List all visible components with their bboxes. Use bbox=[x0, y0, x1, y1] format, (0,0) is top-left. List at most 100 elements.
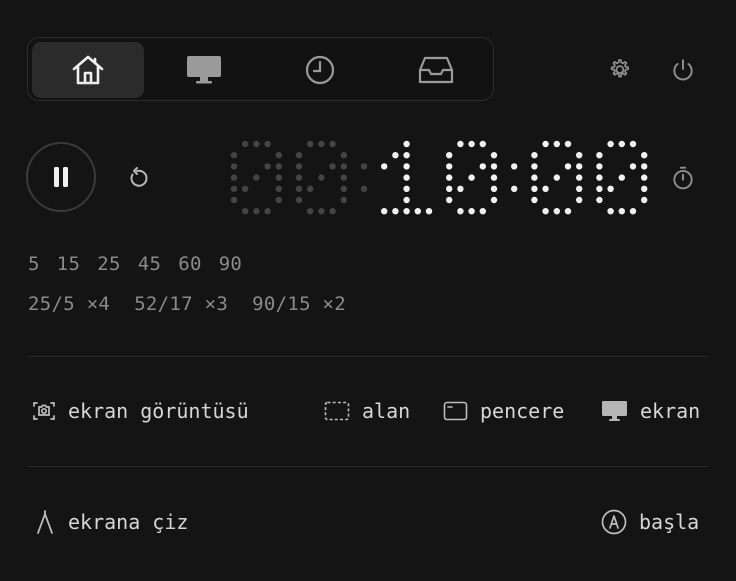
timer-dot bbox=[446, 174, 453, 181]
timer-dot-dim bbox=[295, 163, 303, 170]
timer-dot bbox=[576, 196, 583, 204]
pause-button[interactable] bbox=[26, 142, 96, 212]
area-screenshot-button[interactable]: alan bbox=[324, 399, 410, 423]
timer-dot bbox=[596, 196, 603, 204]
timer-dot bbox=[403, 163, 410, 170]
timer-dot bbox=[403, 185, 410, 192]
timer-dot bbox=[596, 185, 603, 192]
timer-dot bbox=[457, 185, 464, 192]
timer-dot-dim bbox=[230, 152, 238, 159]
tab-history[interactable] bbox=[264, 42, 376, 98]
stopwatch-button[interactable] bbox=[669, 164, 697, 192]
timer-dot-dim bbox=[340, 152, 347, 159]
window-icon bbox=[443, 401, 468, 421]
timer-dot bbox=[641, 196, 648, 204]
settings-button[interactable] bbox=[605, 56, 633, 84]
preset-button[interactable]: 60 bbox=[178, 253, 201, 275]
timer-dot bbox=[403, 152, 410, 159]
timer-dot bbox=[490, 152, 498, 159]
cycle-presets: 25/5 ×4 52/17 ×3 90/15 ×2 bbox=[28, 293, 363, 315]
timer-dot-dim bbox=[230, 196, 238, 204]
timer-dot bbox=[468, 174, 475, 181]
timer-dot bbox=[629, 208, 637, 215]
timer-dot-dim bbox=[253, 140, 260, 148]
timer-dot-dim bbox=[340, 163, 347, 170]
cycle-preset-button[interactable]: 52/17 ×3 bbox=[134, 293, 228, 315]
timer-dot bbox=[468, 208, 475, 215]
draw-label: ekrana çiz bbox=[34, 509, 188, 535]
window-screenshot-button[interactable]: pencere bbox=[443, 399, 564, 423]
home-icon bbox=[72, 55, 104, 85]
tab-display[interactable] bbox=[148, 42, 260, 98]
timer-dot-dim bbox=[230, 174, 238, 181]
timer-dot bbox=[618, 174, 625, 181]
timer-dot-dim bbox=[275, 152, 282, 159]
timer-dot-dim bbox=[275, 196, 282, 204]
timer-dot-dim bbox=[340, 185, 347, 192]
timer-dot bbox=[425, 208, 433, 215]
screen-label: ekran bbox=[640, 399, 701, 423]
timer-dot-dim bbox=[307, 208, 314, 215]
pause-icon bbox=[54, 167, 68, 187]
camera-icon bbox=[33, 402, 55, 420]
timer-dot bbox=[511, 163, 518, 170]
timer-dot bbox=[403, 196, 410, 204]
timer-dot-dim bbox=[264, 163, 271, 170]
timer-dot bbox=[479, 208, 486, 215]
timer-dot bbox=[542, 185, 549, 192]
timer-dot-dim bbox=[275, 174, 282, 181]
timer-dot bbox=[618, 140, 625, 148]
preset-button[interactable]: 90 bbox=[219, 253, 242, 275]
tab-home[interactable] bbox=[32, 42, 144, 98]
preset-button[interactable]: 45 bbox=[138, 253, 161, 275]
timer-dot bbox=[392, 152, 399, 159]
timer-dot-dim bbox=[360, 163, 368, 170]
timer-dot bbox=[446, 152, 453, 159]
preset-button[interactable]: 5 bbox=[28, 253, 40, 275]
timer-dot-dim bbox=[230, 163, 238, 170]
timer-dot bbox=[607, 185, 614, 192]
divider bbox=[28, 466, 708, 467]
timer-dot bbox=[641, 152, 648, 159]
timer-dot bbox=[576, 185, 583, 192]
gear-icon bbox=[610, 59, 630, 78]
timer-dot-dim bbox=[340, 174, 347, 181]
timer-dot-dim bbox=[318, 208, 325, 215]
timer-dot bbox=[596, 152, 603, 159]
preset-button[interactable]: 15 bbox=[57, 253, 80, 275]
cycle-preset-button[interactable]: 90/15 ×2 bbox=[252, 293, 346, 315]
timer-dot-dim bbox=[253, 174, 260, 181]
timer-dot bbox=[564, 140, 572, 148]
timer-dot bbox=[607, 208, 614, 215]
timer-dot bbox=[531, 163, 538, 170]
timer-dot-dim bbox=[295, 196, 303, 204]
timer-dot bbox=[641, 163, 648, 170]
timer-dot bbox=[607, 140, 614, 148]
reset-button[interactable] bbox=[124, 164, 152, 192]
timer-dot bbox=[542, 208, 549, 215]
fullscreen-screenshot-button[interactable]: ekran bbox=[601, 399, 700, 423]
compass-icon bbox=[37, 510, 53, 534]
timer-dot bbox=[641, 174, 648, 181]
start-draw-button[interactable]: başla bbox=[601, 509, 699, 535]
power-button[interactable] bbox=[669, 56, 697, 84]
timer-dot bbox=[553, 140, 560, 148]
timer-display bbox=[230, 140, 648, 215]
timer-dot bbox=[490, 163, 498, 170]
timer-dot bbox=[414, 208, 421, 215]
cycle-preset-button[interactable]: 25/5 ×4 bbox=[28, 293, 110, 315]
timer-dot bbox=[490, 196, 498, 204]
preset-button[interactable]: 25 bbox=[97, 253, 120, 275]
timer-dot bbox=[403, 208, 410, 215]
timer-dot bbox=[457, 208, 464, 215]
timer-dot-dim bbox=[318, 174, 325, 181]
timer-dot bbox=[553, 174, 560, 181]
power-icon bbox=[673, 59, 693, 81]
timer-dot bbox=[531, 185, 538, 192]
tab-inbox[interactable] bbox=[380, 42, 492, 98]
timer-dot-dim bbox=[230, 185, 238, 192]
minute-presets: 5 15 25 45 60 90 bbox=[28, 253, 259, 275]
timer-dot bbox=[446, 196, 453, 204]
timer-dot bbox=[629, 140, 637, 148]
reset-icon bbox=[130, 167, 148, 187]
